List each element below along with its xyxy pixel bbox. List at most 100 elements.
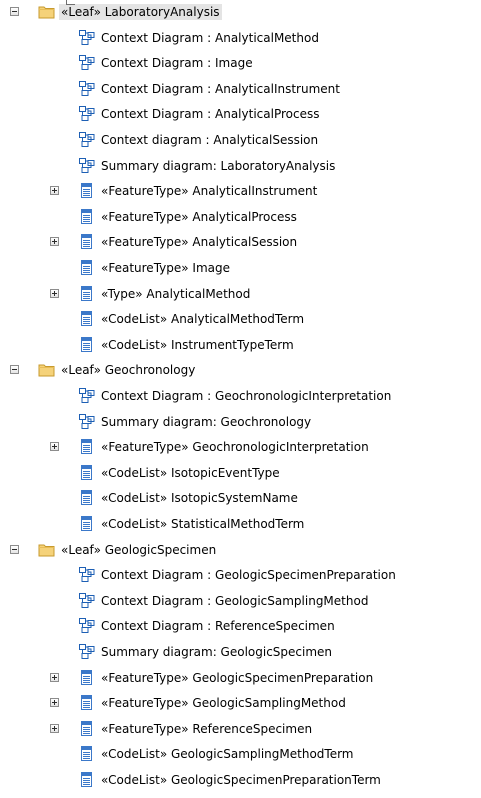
tree-node-label: «FeatureType» AnalyticalSession [101, 235, 298, 249]
class-icon [78, 285, 95, 302]
collapse-icon[interactable] [10, 365, 19, 374]
diagram-icon [78, 29, 95, 46]
tree-node-diagram[interactable]: Context Diagram : GeologicSamplingMethod [0, 589, 481, 614]
tree-node-class[interactable]: «CodeList» AnalyticalMethodTerm [0, 307, 481, 332]
diagram-icon [78, 617, 95, 634]
tree-node-class[interactable]: «CodeList» StatisticalMethodTerm [0, 512, 481, 537]
diagram-icon [78, 643, 95, 660]
tree-node-label: Context Diagram : GeologicSamplingMethod [101, 594, 369, 608]
tree-node-label: «Leaf» Geochronology [61, 363, 196, 377]
project-browser-tree: «Leaf» LaboratoryAnalysis Context Diagram… [0, 0, 481, 798]
tree-node-diagram[interactable]: Context Diagram : GeochronologicInterpre… [0, 384, 481, 409]
tree-node-class[interactable]: «FeatureType» GeologicSamplingMethod [0, 691, 481, 716]
collapse-icon[interactable] [10, 7, 19, 16]
tree-node-class[interactable]: «FeatureType» AnalyticalSession [0, 230, 481, 255]
diagram-icon [78, 54, 95, 71]
folder-icon [38, 541, 55, 558]
expand-icon[interactable] [50, 237, 59, 246]
folder-icon [38, 3, 55, 20]
class-icon [78, 745, 95, 762]
tree-node-label: Context diagram : AnalyticalSession [101, 133, 319, 147]
expand-icon[interactable] [50, 442, 59, 451]
tree-node-label: «CodeList» IsotopicSystemName [101, 491, 298, 505]
tree-node-class[interactable]: «CodeList» IsotopicSystemName [0, 486, 481, 511]
tree-node-label: «CodeList» GeologicSpecimenPreparationTe… [101, 773, 381, 787]
tree-node-diagram[interactable]: Context Diagram : AnalyticalInstrument [0, 77, 481, 102]
tree-node-label: «Leaf» GeologicSpecimen [61, 543, 217, 557]
tree-node-package[interactable]: «Leaf» Geochronology [0, 358, 481, 383]
diagram-icon [78, 105, 95, 122]
class-icon [78, 669, 95, 686]
tree-node-label: «Leaf» LaboratoryAnalysis [59, 4, 222, 20]
class-icon [78, 515, 95, 532]
tree-node-label: «CodeList» GeologicSamplingMethodTerm [101, 747, 354, 761]
tree-node-diagram[interactable]: Context Diagram : AnalyticalMethod [0, 26, 481, 51]
tree-node-class[interactable]: «Type» AnalyticalMethod [0, 282, 481, 307]
tree-node-diagram[interactable]: Context Diagram : ReferenceSpecimen [0, 614, 481, 639]
tree-node-class[interactable]: «CodeList» GeologicSpecimenPreparationTe… [0, 768, 481, 793]
tree-node-label: «CodeList» InstrumentTypeTerm [101, 338, 294, 352]
tree-node-label: «CodeList» StatisticalMethodTerm [101, 517, 305, 531]
tree-node-class[interactable]: «FeatureType» AnalyticalProcess [0, 205, 481, 230]
diagram-icon [78, 131, 95, 148]
diagram-icon [78, 413, 95, 430]
class-icon [78, 336, 95, 353]
tree-node-class[interactable]: «CodeList» InstrumentTypeTerm [0, 333, 481, 358]
tree-node-class[interactable]: «CodeList» GeologicSamplingMethodTerm [0, 742, 481, 767]
tree-node-label: «FeatureType» Image [101, 261, 230, 275]
tree-node-label: Context Diagram : AnalyticalProcess [101, 107, 320, 121]
folder-icon [38, 361, 55, 378]
class-icon [78, 259, 95, 276]
diagram-icon [78, 80, 95, 97]
class-icon [78, 464, 95, 481]
tree-node-class[interactable]: «FeatureType» AnalyticalInstrument [0, 179, 481, 204]
tree-node-label: Context Diagram : Image [101, 56, 253, 70]
class-icon [78, 438, 95, 455]
tree-node-class[interactable]: «FeatureType» GeochronologicInterpretati… [0, 435, 481, 460]
tree-node-class[interactable]: «FeatureType» Image [0, 256, 481, 281]
tree-node-label: Context Diagram : ReferenceSpecimen [101, 619, 335, 633]
tree-node-class[interactable]: «CodeList» IsotopicEventType [0, 461, 481, 486]
tree-node-label: «FeatureType» AnalyticalInstrument [101, 184, 318, 198]
diagram-icon [78, 592, 95, 609]
tree-node-label: «FeatureType» GeologicSamplingMethod [101, 696, 346, 710]
tree-node-label: «CodeList» AnalyticalMethodTerm [101, 312, 305, 326]
class-icon [78, 182, 95, 199]
tree-node-diagram[interactable]: Summary diagram: GeologicSpecimen [0, 640, 481, 665]
tree-node-diagram[interactable]: Summary diagram: LaboratoryAnalysis [0, 154, 481, 179]
tree-connector-stub [66, 0, 75, 5]
expand-icon[interactable] [50, 724, 59, 733]
expand-icon[interactable] [50, 186, 59, 195]
class-icon [78, 489, 95, 506]
tree-node-diagram[interactable]: Context Diagram : AnalyticalProcess [0, 102, 481, 127]
tree-node-label: «FeatureType» GeologicSpecimenPreparatio… [101, 671, 374, 685]
tree-node-label: «Type» AnalyticalMethod [101, 287, 251, 301]
tree-node-diagram[interactable]: Context Diagram : Image [0, 51, 481, 76]
class-icon [78, 694, 95, 711]
tree-node-class[interactable]: «FeatureType» GeologicSpecimenPreparatio… [0, 666, 481, 691]
diagram-icon [78, 387, 95, 404]
collapse-icon[interactable] [10, 545, 19, 554]
class-icon [78, 233, 95, 250]
tree-node-label: «FeatureType» ReferenceSpecimen [101, 722, 313, 736]
tree-node-label: Context Diagram : GeologicSpecimenPrepar… [101, 568, 396, 582]
tree-node-label: Context Diagram : AnalyticalMethod [101, 31, 319, 45]
tree-node-label: Summary diagram: Geochronology [101, 415, 312, 429]
class-icon [78, 771, 95, 788]
tree-node-diagram[interactable]: Context Diagram : GeologicSpecimenPrepar… [0, 563, 481, 588]
tree-node-package[interactable]: «Leaf» GeologicSpecimen [0, 538, 481, 563]
tree-node-label: «CodeList» IsotopicEventType [101, 466, 280, 480]
class-icon [78, 208, 95, 225]
expand-icon[interactable] [50, 289, 59, 298]
tree-node-label: Summary diagram: GeologicSpecimen [101, 645, 333, 659]
tree-node-diagram[interactable]: Summary diagram: Geochronology [0, 410, 481, 435]
class-icon [78, 310, 95, 327]
tree-node-class[interactable]: «FeatureType» ReferenceSpecimen [0, 717, 481, 742]
tree-node-diagram[interactable]: Context diagram : AnalyticalSession [0, 128, 481, 153]
expand-icon[interactable] [50, 673, 59, 682]
expand-icon[interactable] [50, 698, 59, 707]
class-icon [78, 720, 95, 737]
diagram-icon [78, 157, 95, 174]
tree-node-label: Context Diagram : AnalyticalInstrument [101, 82, 340, 96]
tree-node-label: «FeatureType» AnalyticalProcess [101, 210, 297, 224]
